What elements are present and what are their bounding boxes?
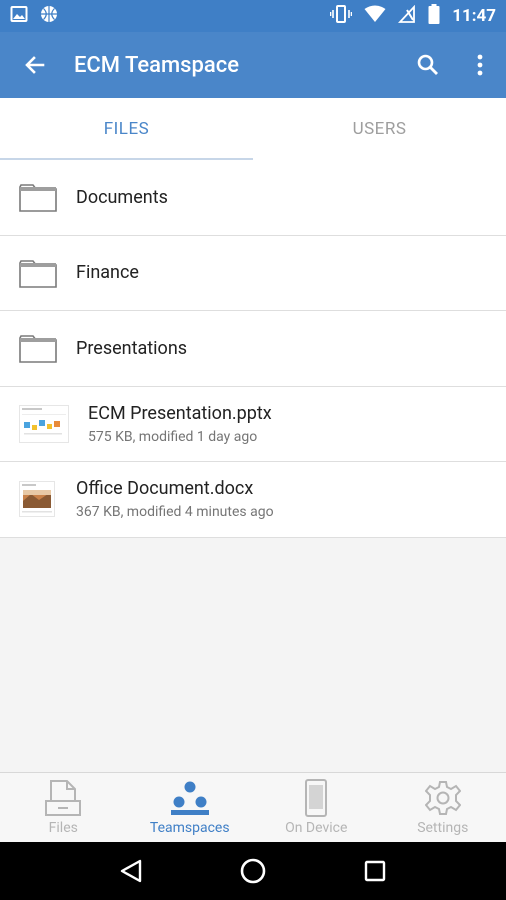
nav-settings[interactable]: Settings (380, 773, 506, 842)
files-icon (45, 780, 82, 816)
system-home-button[interactable] (233, 851, 273, 891)
pptx-thumbnail-icon (19, 404, 69, 443)
system-navigation-bar (0, 842, 506, 900)
list-item-folder-finance[interactable]: Finance (0, 236, 506, 311)
no-signal-icon (398, 4, 416, 27)
tab-bar: FILES USERS (0, 98, 506, 160)
battery-icon (428, 4, 440, 28)
nav-teamspaces[interactable]: Teamspaces (127, 773, 254, 842)
folder-name: Presentations (76, 337, 188, 359)
list-item-folder-documents[interactable]: Documents (0, 160, 506, 236)
docx-thumbnail-icon (19, 481, 55, 518)
search-button[interactable] (402, 32, 454, 98)
overflow-menu-button[interactable] (454, 32, 506, 98)
status-time: 11:47 (452, 6, 496, 26)
file-name: ECM Presentation.pptx (88, 402, 272, 424)
nav-label: Files (48, 820, 78, 836)
folder-name: Documents (76, 186, 168, 208)
teamspaces-icon (170, 781, 209, 815)
nav-files[interactable]: Files (0, 773, 127, 842)
file-meta: 575 KB, modified 1 day ago (88, 428, 258, 445)
tab-files[interactable]: FILES (0, 98, 253, 160)
file-name: Office Document.docx (76, 478, 254, 500)
list-item-folder-presentations[interactable]: Presentations (0, 311, 506, 387)
triangle-back-icon (120, 859, 142, 883)
page-title: ECM Teamspace (74, 52, 239, 78)
folder-name: Finance (76, 262, 139, 284)
file-list: Documents Finance Presentations ECM Pres… (0, 160, 506, 538)
file-meta: 367 KB, modified 4 minutes ago (76, 504, 274, 521)
nav-on-device[interactable]: On Device (253, 773, 380, 842)
nav-label: On Device (285, 820, 348, 836)
folder-icon (19, 335, 57, 364)
system-recents-button[interactable] (355, 851, 395, 891)
list-item-file-docx[interactable]: Office Document.docx 367 KB, modified 4 … (0, 462, 506, 538)
basketball-icon (40, 5, 58, 27)
nav-label: Teamspaces (149, 820, 230, 836)
image-icon (10, 5, 28, 27)
search-icon (417, 54, 438, 75)
wifi-icon (364, 5, 386, 27)
tab-users[interactable]: USERS (253, 98, 506, 160)
settings-icon (424, 781, 461, 815)
app-bar: ECM Teamspace (0, 32, 506, 98)
square-recents-icon (364, 860, 386, 882)
nav-label: Settings (417, 820, 469, 836)
bottom-navigation: Files Teamspaces On Device Settings (0, 772, 506, 842)
back-arrow-icon (25, 56, 45, 74)
more-vert-icon (477, 54, 483, 76)
vibrate-icon (329, 4, 353, 28)
device-icon (305, 779, 328, 817)
folder-icon (19, 184, 57, 213)
list-item-file-pptx[interactable]: ECM Presentation.pptx 575 KB, modified 1… (0, 387, 506, 462)
folder-icon (19, 259, 57, 288)
back-button[interactable] (0, 32, 70, 98)
status-bar: 11:47 (0, 0, 506, 32)
system-back-button[interactable] (111, 851, 151, 891)
circle-home-icon (240, 858, 266, 884)
